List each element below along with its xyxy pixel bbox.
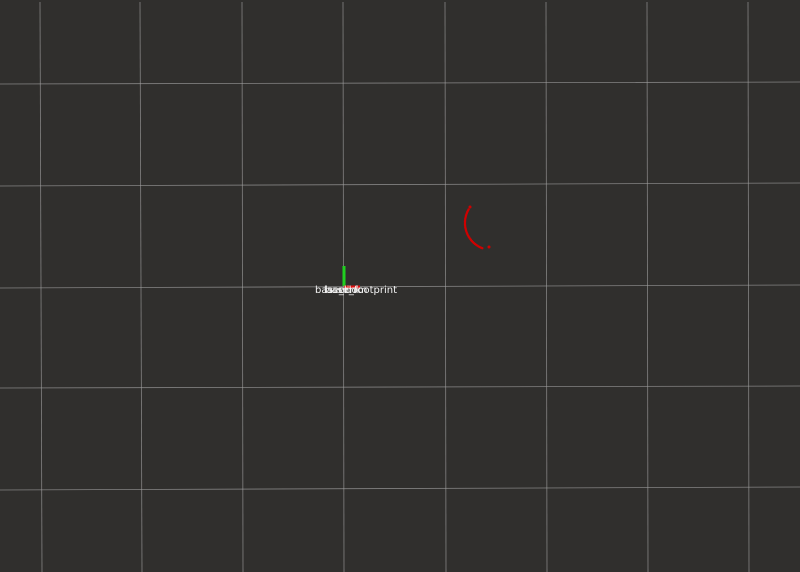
grid-line-horizontal (0, 486, 800, 491)
laser-scan-point (481, 247, 484, 250)
grid-line-horizontal (0, 81, 800, 85)
grid-line-vertical (646, 1, 649, 572)
frame-label-base-footprint: base_footprint (325, 285, 397, 296)
grid-line-vertical (139, 1, 143, 572)
grid-line-vertical (39, 1, 43, 572)
tf-frame-axes (342, 266, 360, 289)
grid-line-vertical (545, 1, 548, 572)
laser-scan-point (468, 205, 472, 209)
grid-line-horizontal (0, 284, 800, 289)
laser-scan-points (463, 205, 491, 250)
grid-line-horizontal (0, 385, 800, 389)
grid (0, 1, 800, 572)
scene-canvas[interactable]: base_link laser odom base_footprint (0, 0, 800, 572)
grid-line-vertical (747, 1, 750, 572)
grid-line-vertical (444, 1, 447, 572)
grid-line-horizontal (0, 182, 800, 187)
laser-scan-point (487, 245, 491, 249)
3d-viewport[interactable]: base_link laser odom base_footprint (0, 0, 800, 572)
tf-frame-labels: base_link laser odom base_footprint (315, 285, 397, 296)
